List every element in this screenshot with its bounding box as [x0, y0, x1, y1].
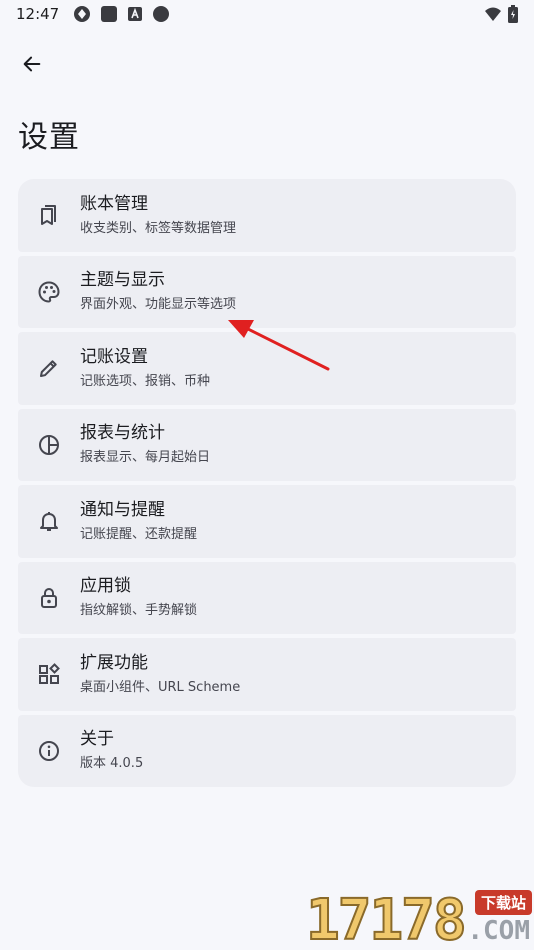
settings-list: 账本管理 收支类别、标签等数据管理 主题与显示 界面外观、功能显示等选项 记账设… — [18, 179, 516, 787]
settings-item-extensions[interactable]: 扩展功能 桌面小组件、URL Scheme — [18, 638, 516, 711]
palette-icon — [38, 281, 60, 303]
watermark-number: 17178 — [305, 887, 468, 950]
square-icon — [101, 6, 118, 22]
circle-icon — [153, 6, 170, 22]
a-badge-icon — [128, 7, 143, 21]
item-title: 扩展功能 — [80, 652, 148, 673]
item-subtitle: 版本 4.0.5 — [80, 756, 144, 772]
item-title: 应用锁 — [80, 576, 131, 597]
item-subtitle: 记账选项、报销、币种 — [80, 373, 211, 389]
wifi-icon — [485, 7, 501, 21]
item-title: 主题与显示 — [80, 270, 165, 291]
battery-icon — [508, 5, 518, 23]
settings-item-about[interactable]: 关于 版本 4.0.5 — [18, 714, 516, 787]
status-icons — [73, 5, 170, 23]
item-title: 记账设置 — [80, 346, 148, 367]
settings-item-theme[interactable]: 主题与显示 界面外观、功能显示等选项 — [18, 255, 516, 328]
back-button[interactable] — [12, 44, 52, 84]
lock-icon — [41, 587, 57, 608]
sync-icon — [74, 6, 91, 22]
settings-item-reports[interactable]: 报表与统计 报表显示、每月起始日 — [18, 408, 516, 481]
watermark-suffix: .COM — [467, 916, 530, 946]
item-title: 关于 — [80, 729, 114, 750]
widgets-icon — [39, 663, 60, 685]
item-subtitle: 界面外观、功能显示等选项 — [80, 297, 237, 313]
item-subtitle: 收支类别、标签等数据管理 — [80, 220, 237, 236]
bell-icon — [40, 512, 58, 532]
watermark-badge: 下载站 — [474, 890, 532, 915]
item-subtitle: 记账提醒、还款提醒 — [80, 526, 198, 542]
pencil-icon — [40, 360, 57, 378]
pie-chart-icon — [39, 434, 59, 455]
arrow-left-icon — [23, 56, 41, 72]
item-subtitle: 指纹解锁、手势解锁 — [80, 603, 198, 619]
info-icon — [39, 740, 59, 761]
settings-item-app-lock[interactable]: 应用锁 指纹解锁、手势解锁 — [18, 561, 516, 634]
item-subtitle: 报表显示、每月起始日 — [80, 450, 211, 466]
item-title: 报表与统计 — [80, 423, 165, 444]
watermark-logo: 17178 下载站 .COM — [305, 884, 534, 950]
item-title: 账本管理 — [80, 193, 148, 214]
settings-item-bookkeeping[interactable]: 记账设置 记账选项、报销、币种 — [18, 332, 516, 405]
item-subtitle: 桌面小组件、URL Scheme — [80, 679, 241, 695]
status-bar: 12:47 — [0, 0, 534, 28]
settings-item-notifications[interactable]: 通知与提醒 记账提醒、还款提醒 — [18, 485, 516, 558]
settings-item-ledger[interactable]: 账本管理 收支类别、标签等数据管理 — [18, 179, 516, 252]
status-right — [484, 5, 518, 23]
item-title: 通知与提醒 — [80, 499, 165, 520]
page-title: 设置 — [18, 120, 80, 155]
book-icon — [41, 205, 56, 226]
status-time: 12:47 — [16, 5, 60, 23]
